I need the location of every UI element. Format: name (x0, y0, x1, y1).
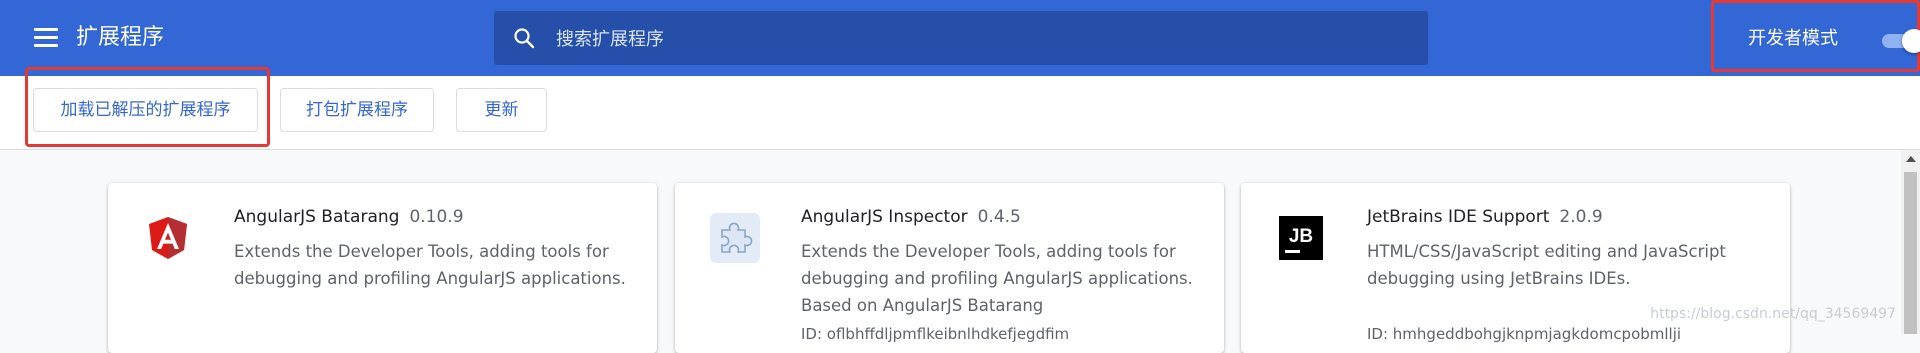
jetbrains-icon: JB (1279, 216, 1323, 260)
extension-name: JetBrains IDE Support 2.0.9 (1367, 207, 1603, 227)
developer-mode-label: 开发者模式 (1748, 28, 1838, 49)
extensions-list: AngularJS Batarang 0.10.9 Extends the Dev… (0, 150, 1920, 353)
developer-mode-area: 开发者模式 (1711, 0, 1920, 72)
extension-description: Extends the Developer Tools, adding tool… (801, 242, 1193, 315)
puzzle-icon (710, 213, 760, 263)
vertical-scrollbar[interactable] (1901, 150, 1920, 334)
scroll-up-arrow-icon[interactable] (1906, 156, 1916, 162)
search-icon (514, 28, 535, 49)
extension-name: AngularJS Batarang 0.10.9 (234, 207, 464, 227)
toggle-knob (1902, 29, 1920, 53)
extension-card: AngularJS Inspector 0.4.5 Extends the Dev… (675, 183, 1224, 353)
pack-extension-button[interactable]: 打包扩展程序 (280, 88, 434, 132)
extension-description: Extends the Developer Tools, adding tool… (234, 242, 626, 288)
search-input[interactable] (554, 11, 1418, 67)
extension-version: 0.4.5 (977, 207, 1021, 227)
app-header: 扩展程序 开发者模式 (0, 0, 1920, 76)
toolbar: 加载已解压的扩展程序 打包扩展程序 更新 (0, 76, 1920, 150)
page-title: 扩展程序 (76, 25, 165, 50)
scroll-thumb[interactable] (1904, 172, 1917, 334)
menu-icon[interactable] (34, 28, 58, 48)
extension-id: ID: oflbhffdljpmflkeibnlhdkefjegdfim (801, 325, 1070, 343)
watermark: https://blog.csdn.net/qq_34569497 (1650, 306, 1896, 322)
extension-id: ID: hmhgeddbohgjknpmjagkdomcpobmllji (1367, 325, 1682, 343)
extension-name: AngularJS Inspector 0.4.5 (801, 207, 1021, 227)
developer-mode-toggle[interactable] (1882, 29, 1920, 53)
search-box[interactable] (494, 11, 1428, 67)
extension-version: 2.0.9 (1559, 207, 1603, 227)
extension-description: HTML/CSS/JavaScript editing and JavaScri… (1367, 242, 1726, 288)
update-button[interactable]: 更新 (456, 88, 547, 132)
extension-card: AngularJS Batarang 0.10.9 Extends the Dev… (108, 183, 657, 353)
extension-version: 0.10.9 (409, 207, 464, 227)
load-unpacked-button[interactable]: 加载已解压的扩展程序 (33, 88, 258, 132)
svg-text:JB: JB (1289, 226, 1313, 247)
angular-icon (149, 217, 187, 259)
extension-card: JB JetBrains IDE Support 2.0.9 HTML/CSS/J… (1241, 183, 1790, 353)
